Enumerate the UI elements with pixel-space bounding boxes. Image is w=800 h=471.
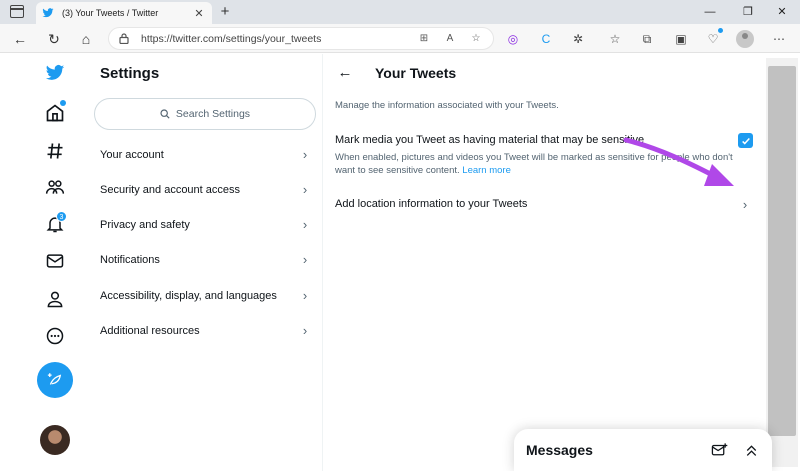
add-favorite-icon[interactable]: ☆ bbox=[467, 33, 485, 44]
chevron-right-icon: › bbox=[302, 217, 308, 232]
expand-chevrons-icon[interactable] bbox=[740, 439, 762, 461]
tab-title: (3) Your Tweets / Twitter bbox=[62, 8, 159, 18]
puzzle-icon[interactable]: ✲ bbox=[569, 30, 587, 48]
close-tab-icon[interactable]: ✕ bbox=[192, 7, 206, 20]
settings-item-label: Additional resources bbox=[100, 324, 200, 337]
description-text: When enabled, pictures and videos you Tw… bbox=[335, 152, 733, 176]
new-tab-button[interactable]: + bbox=[216, 3, 234, 21]
home-page-icon[interactable]: ⌂ bbox=[76, 29, 96, 49]
scrollbar-thumb[interactable] bbox=[768, 66, 796, 436]
settings-item-security[interactable]: Security and account access › bbox=[84, 172, 323, 207]
search-placeholder: Search Settings bbox=[175, 108, 251, 120]
settings-item-label: Security and account access bbox=[100, 183, 241, 196]
browser-tab[interactable]: (3) Your Tweets / Twitter ✕ bbox=[36, 2, 212, 24]
page-title: Your Tweets bbox=[375, 65, 457, 81]
close-window-button[interactable]: ✕ bbox=[772, 4, 792, 20]
feather-plus-icon bbox=[47, 373, 62, 385]
messages-drawer[interactable]: Messages bbox=[514, 429, 772, 471]
chevron-right-icon: › bbox=[302, 288, 308, 303]
settings-item-label: Your account bbox=[100, 148, 164, 161]
favorites-icon[interactable]: ☆ bbox=[606, 30, 624, 48]
settings-item-privacy[interactable]: Privacy and safety › bbox=[84, 207, 323, 242]
twitter-logo-icon[interactable] bbox=[44, 62, 66, 84]
read-aloud-icon[interactable]: A bbox=[441, 33, 459, 44]
chevron-right-icon: › bbox=[302, 147, 308, 162]
browser-tab-bar: (3) Your Tweets / Twitter ✕ + — ❐ ✕ bbox=[0, 0, 800, 24]
address-bar[interactable]: https://twitter.com/settings/your_tweets… bbox=[108, 27, 494, 50]
messages-title: Messages bbox=[526, 442, 593, 458]
messages-icon[interactable] bbox=[44, 250, 66, 272]
learn-more-link[interactable]: Learn more bbox=[462, 165, 511, 176]
back-arrow-icon[interactable]: ← bbox=[10, 29, 30, 49]
extension-icon[interactable]: ◎ bbox=[504, 30, 522, 48]
reload-icon[interactable]: ↻ bbox=[44, 29, 64, 49]
lock-icon bbox=[119, 33, 129, 44]
new-message-icon[interactable] bbox=[708, 439, 730, 461]
more-icon[interactable] bbox=[44, 325, 66, 347]
settings-item-notifications[interactable]: Notifications › bbox=[84, 242, 323, 277]
restore-button[interactable]: ❐ bbox=[738, 4, 758, 20]
chevron-right-icon: › bbox=[302, 323, 308, 338]
url-text: https://twitter.com/settings/your_tweets bbox=[141, 32, 322, 45]
explore-icon[interactable] bbox=[44, 140, 66, 162]
sensitive-media-description: When enabled, pictures and videos you Tw… bbox=[335, 151, 745, 177]
check-icon bbox=[741, 137, 750, 145]
chevron-right-icon: › bbox=[302, 252, 308, 267]
search-settings-input[interactable]: Search Settings bbox=[94, 98, 316, 130]
sensitive-media-checkbox[interactable] bbox=[738, 133, 753, 148]
location-info-row[interactable]: Add location information to your Tweets … bbox=[323, 188, 763, 220]
back-arrow-icon[interactable]: ← bbox=[335, 63, 355, 83]
sensitive-media-label[interactable]: Mark media you Tweet as having material … bbox=[335, 134, 644, 146]
communities-icon[interactable] bbox=[44, 176, 66, 198]
settings-item-accessibility[interactable]: Accessibility, display, and languages › bbox=[84, 278, 323, 313]
intro-text: Manage the information associated with y… bbox=[335, 100, 559, 111]
left-navigation: 3 bbox=[0, 54, 84, 471]
settings-item-label: Notifications bbox=[100, 253, 160, 266]
update-dot-icon bbox=[718, 28, 723, 33]
collections-icon[interactable]: ⧉ bbox=[638, 30, 656, 48]
extension-c-icon[interactable]: C bbox=[537, 30, 555, 48]
settings-item-label: Accessibility, display, and languages bbox=[100, 289, 277, 302]
more-menu-icon[interactable]: ⋯ bbox=[770, 30, 788, 48]
profile-icon[interactable] bbox=[44, 288, 66, 310]
chevron-right-icon: › bbox=[302, 182, 308, 197]
settings-item-resources[interactable]: Additional resources › bbox=[84, 313, 323, 348]
notification-badge: 3 bbox=[56, 211, 67, 222]
settings-item-label: Privacy and safety bbox=[100, 218, 190, 231]
twitter-favicon-icon bbox=[42, 8, 54, 18]
settings-item-your-account[interactable]: Your account › bbox=[84, 137, 323, 172]
page-scrollbar[interactable] bbox=[763, 54, 800, 471]
apps-icon[interactable]: ⊞ bbox=[415, 33, 433, 44]
chevron-right-icon: › bbox=[742, 196, 748, 212]
extension-box-icon[interactable]: ▣ bbox=[672, 30, 690, 48]
minimize-button[interactable]: — bbox=[700, 4, 720, 20]
settings-title: Settings bbox=[100, 65, 160, 82]
account-avatar[interactable] bbox=[40, 425, 70, 455]
profile-avatar-icon[interactable] bbox=[736, 30, 754, 48]
your-tweets-panel: ← Your Tweets Manage the information ass… bbox=[323, 54, 763, 471]
compose-tweet-button[interactable] bbox=[37, 362, 73, 398]
tab-actions-icon[interactable] bbox=[10, 5, 24, 18]
browser-toolbar: ← ↻ ⌂ https://twitter.com/settings/your_… bbox=[0, 24, 800, 53]
settings-column: Settings Search Settings Your account › S… bbox=[84, 54, 323, 471]
twitter-page: 3 Settings Search Settings Your account ›… bbox=[0, 54, 800, 471]
search-icon bbox=[160, 109, 170, 119]
location-info-label: Add location information to your Tweets bbox=[335, 198, 528, 210]
home-dot-icon bbox=[60, 100, 66, 106]
